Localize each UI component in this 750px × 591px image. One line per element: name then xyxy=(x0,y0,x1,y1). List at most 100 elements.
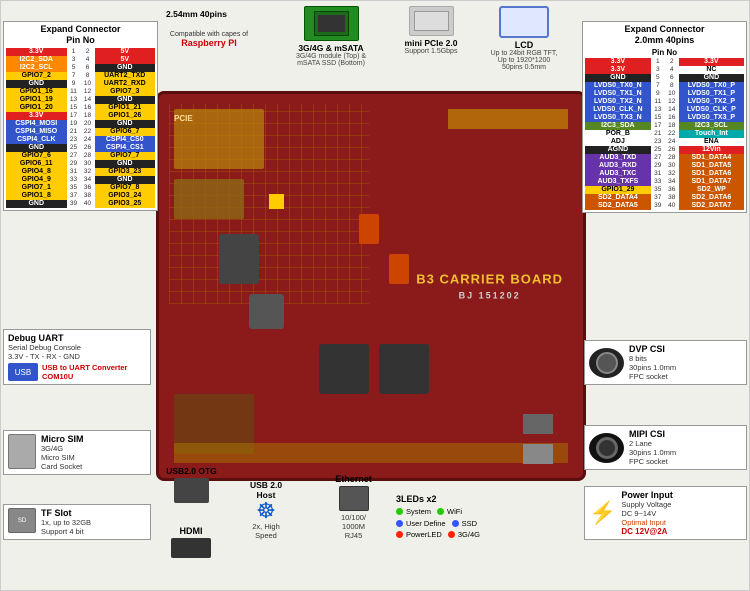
pin-num: 32 xyxy=(665,170,679,178)
mipi-csi-desc: 2 Lane 30pins 1.0mm FPC socket xyxy=(629,439,676,466)
pin-num: 25 xyxy=(67,144,81,152)
pin-num: 32 xyxy=(81,168,95,176)
ethernet-title: Ethernet xyxy=(321,474,386,484)
pin-label: GPIO3_24 xyxy=(95,192,156,200)
table-row: GPIO1_19 13 14 GND xyxy=(6,96,155,104)
pin-num: 15 xyxy=(651,114,665,122)
pin-num: 36 xyxy=(81,184,95,192)
mini-pcie-desc: Support 1.5Gbps xyxy=(391,48,471,55)
pin-label: GND xyxy=(6,80,67,88)
table-row: GND 5 6 GND xyxy=(585,74,744,82)
dvp-csi-desc: 8 bits 30pins 1.0mm FPC socket xyxy=(629,354,676,381)
power-input-text: Power Input Supply Voltage DC 9~14V Opti… xyxy=(621,490,673,536)
sim-card-icon xyxy=(8,434,36,469)
pin-num: 34 xyxy=(665,178,679,186)
tf-slot-desc: 1x, up to 32GB Support 4 bit xyxy=(41,518,91,536)
table-row: AUD3_RXD 29 30 SD1_DATA5 xyxy=(585,162,744,170)
right-pin-table: 3.3V 1 2 3.3V 3.3V 3 4 NC GND 5 6 GND LV… xyxy=(585,58,744,210)
pin-label: GPIO3_25 xyxy=(95,200,156,208)
table-row: POR_B 21 22 Touch_Int xyxy=(585,130,744,138)
pin-label: SD2_WP xyxy=(679,186,744,194)
usb-otg-label: USB2.0 OTG xyxy=(164,466,219,476)
pin-label: CSPI4_MOSI xyxy=(6,120,67,128)
pin-num: 27 xyxy=(651,154,665,162)
cap-2 xyxy=(389,254,409,284)
pin-num: 6 xyxy=(81,64,95,72)
pin-label: SD1_DATA6 xyxy=(679,170,744,178)
usb-symbol: ☸ xyxy=(226,500,306,522)
pin-num: 16 xyxy=(81,104,95,112)
led-3g4g-label: 3G/4G xyxy=(458,529,480,540)
tf-slot-title: TF Slot xyxy=(41,508,91,518)
led-1 xyxy=(269,194,284,209)
power-input-box: ⚡ Power Input Supply Voltage DC 9~14V Op… xyxy=(584,486,747,540)
pin-num: 9 xyxy=(67,80,81,88)
pin-num: 24 xyxy=(81,136,95,144)
pin-num: 12 xyxy=(81,88,95,96)
chip-3 xyxy=(319,344,369,394)
pin-num: 35 xyxy=(651,186,665,194)
pin-label: GPIO3_23 xyxy=(95,168,156,176)
mipi-camera-icon xyxy=(589,433,624,463)
usb-uart-icon: USB xyxy=(8,363,38,381)
power-input-title: Power Input xyxy=(621,490,673,500)
pin-label: GND xyxy=(95,96,156,104)
pin-num: 33 xyxy=(67,176,81,184)
table-row: GND 9 10 UART2_RXD xyxy=(6,80,155,88)
table-row: GPIO7_2 7 8 UART2_TXD xyxy=(6,72,155,80)
chip-1 xyxy=(219,234,259,284)
rj45-icon xyxy=(339,486,369,511)
pin-label: GPIO7_8 xyxy=(95,184,156,192)
pin-num: 13 xyxy=(651,106,665,114)
table-row: AGND 25 26 12Vin xyxy=(585,146,744,154)
led-3g4g-dot xyxy=(448,531,455,538)
pin-num: 3 xyxy=(67,56,81,64)
usb-host-title: USB 2.0 Host xyxy=(226,480,306,500)
mipi-csi-title: MIPI CSI xyxy=(629,429,676,439)
mini-pcie-title: mini PCIe 2.0 xyxy=(391,38,471,48)
pin-num: 14 xyxy=(81,96,95,104)
pin-num: 26 xyxy=(81,144,95,152)
pin-num: 35 xyxy=(67,184,81,192)
pin-num: 4 xyxy=(81,56,95,64)
pin-label: I2C3_SCL xyxy=(679,122,744,130)
table-row: GPIO1_20 15 16 GPIO1_21 xyxy=(6,104,155,112)
pin-label: UART2_RXD xyxy=(95,80,156,88)
pin-num: 20 xyxy=(81,120,95,128)
pin-num: 19 xyxy=(67,120,81,128)
pin-label: CSPI4_CS1 xyxy=(95,144,156,152)
pin-num: 15 xyxy=(67,104,81,112)
left-expand-connector-panel: Expand Connector Pin No 3.3V 1 2 5V I2C2… xyxy=(3,21,158,211)
pin-label: AGND xyxy=(585,146,651,154)
pin-label: GPIO7_3 xyxy=(95,88,156,96)
led-userdefine-label: User Define xyxy=(406,518,446,529)
usb-uart-row: USB USB to UART Converter COM10U xyxy=(8,363,146,381)
module-3g4g-desc: 3G/4G module (Top) & mSATA SSD (Bottom) xyxy=(281,53,381,67)
pin-num: 17 xyxy=(651,122,665,130)
micro-sim-box: Micro SIM 3G/4G Micro SIM Card Socket xyxy=(3,430,151,475)
debug-uart-desc: Serial Debug Console 3.3V - TX - RX - GN… xyxy=(8,343,146,361)
connector-254-label: 2.54mm 40pins xyxy=(166,9,227,19)
pin-label: CSPI4_CS0 xyxy=(95,136,156,144)
pin-num: 37 xyxy=(67,192,81,200)
pin-num: 11 xyxy=(651,98,665,106)
pcie-label: PCIE xyxy=(174,114,193,123)
pin-label: GPIO4_8 xyxy=(6,168,67,176)
pin-label: UART2_TXD xyxy=(95,72,156,80)
table-row: LVDS0_TX2_N 11 12 LVDS0_TX2_P xyxy=(585,98,744,106)
pin-num: 3 xyxy=(651,66,665,74)
ethernet-desc: 10/100/ 1000M RJ45 xyxy=(321,513,386,540)
usb-host-area: USB 2.0 Host ☸ 2x, High Speed xyxy=(226,480,306,540)
pin-num: 16 xyxy=(665,114,679,122)
debug-uart-box: Debug UART Serial Debug Console 3.3V - T… xyxy=(3,329,151,385)
dvp-camera-icon xyxy=(589,348,624,378)
pin-num: 24 xyxy=(665,138,679,146)
lcd-area: LCD Up to 24bit RGB TFT, Up to 1920*1200… xyxy=(479,6,569,71)
pin-num: 40 xyxy=(81,200,95,208)
pin-num: 7 xyxy=(651,82,665,90)
table-row: GPIO7_6 27 28 GPIO7_7 xyxy=(6,152,155,160)
pin-num: 28 xyxy=(665,154,679,162)
board-component-2 xyxy=(174,179,244,219)
cap-1 xyxy=(359,214,379,244)
table-row: CSPI4_MOSI 19 20 GND xyxy=(6,120,155,128)
